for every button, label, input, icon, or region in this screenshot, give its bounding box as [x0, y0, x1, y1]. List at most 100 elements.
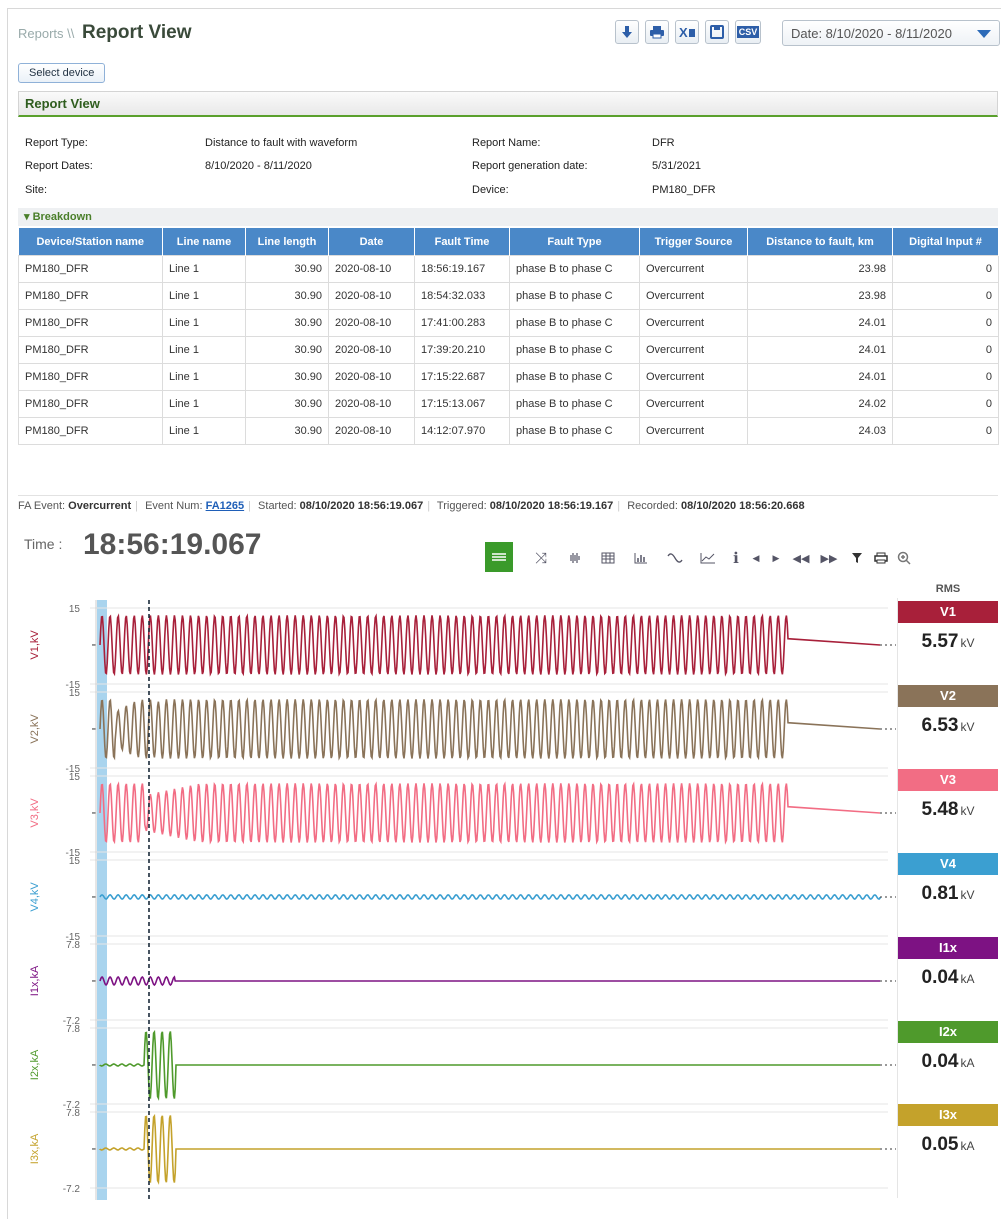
table-cell: 2020-08-10 — [328, 282, 415, 310]
column-header[interactable]: Line length — [245, 228, 329, 256]
y-tick-max: 15 — [69, 604, 81, 615]
table-row[interactable]: PM180_DFR Line 1 30.90 2020-08-10 17:15:13.0… — [18, 390, 999, 418]
table-cell: Overcurrent — [639, 390, 748, 418]
table-cell: 2020-08-10 — [328, 309, 415, 337]
y-tick-max: 7.8 — [66, 940, 80, 951]
waveform-trace — [99, 697, 881, 761]
waveform-view-icon[interactable] — [485, 542, 513, 572]
waveform-trace — [99, 894, 881, 900]
report-name-value: DFR — [652, 137, 675, 149]
step-forward-icon[interactable]: ▶ — [762, 544, 790, 572]
save-button[interactable] — [705, 20, 729, 44]
rms-channel-label: V3 — [898, 769, 998, 791]
date-range-value: Date: 8/10/2020 - 8/11/2020 — [791, 26, 952, 41]
waveform-trace — [99, 1113, 880, 1185]
event-num-link[interactable]: FA1265 — [206, 500, 245, 512]
rms-channel-label: V4 — [898, 853, 998, 875]
table-icon[interactable] — [594, 544, 622, 572]
rms-unit: kA — [960, 1056, 975, 1070]
y-tick-max: 15 — [69, 688, 81, 699]
table-row[interactable]: PM180_DFR Line 1 30.90 2020-08-10 14:12:07.9… — [18, 417, 999, 445]
shuffle-icon[interactable]: ⤨ — [527, 544, 555, 572]
table-cell: 24.01 — [747, 309, 893, 337]
table-cell: Line 1 — [162, 390, 246, 418]
column-header[interactable]: Fault Time — [414, 228, 510, 256]
table-cell: Line 1 — [162, 336, 246, 364]
recorded-value: 08/10/2020 18:56:20.668 — [681, 500, 805, 512]
breadcrumb-root[interactable]: Reports — [18, 26, 64, 41]
table-cell: 0 — [892, 336, 999, 364]
table-cell: 17:39:20.210 — [414, 336, 510, 364]
recorded-label: Recorded: — [627, 500, 678, 512]
csv-export-button[interactable]: CSV — [735, 20, 761, 44]
table-row[interactable]: PM180_DFR Line 1 30.90 2020-08-10 17:41:00.2… — [18, 309, 999, 337]
table-cell: 24.01 — [747, 336, 893, 364]
event-info-bar: FA Event: Overcurrent | Event Num: FA1265… — [18, 495, 998, 517]
y-axis-label: I1x,kA — [29, 965, 41, 996]
table-cell: 2020-08-10 — [328, 417, 415, 445]
y-tick-max: 15 — [69, 856, 81, 867]
report-name-label: Report Name: — [472, 137, 541, 149]
print-button[interactable] — [645, 20, 669, 44]
table-cell: PM180_DFR — [18, 417, 163, 445]
rewind-icon[interactable]: ◀◀ — [787, 544, 815, 572]
date-range-dropdown[interactable]: Date: 8/10/2020 - 8/11/2020 — [782, 20, 1000, 46]
table-cell: 18:54:32.033 — [414, 282, 510, 310]
table-cell: Overcurrent — [639, 336, 748, 364]
table-row[interactable]: PM180_DFR Line 1 30.90 2020-08-10 17:39:20.2… — [18, 336, 999, 364]
harmonics-icon[interactable] — [560, 544, 588, 572]
time-label: Time : — [24, 536, 63, 552]
device-label: Device: — [472, 184, 509, 196]
table-row[interactable]: PM180_DFR Line 1 30.90 2020-08-10 18:56:19.1… — [18, 255, 999, 283]
table-cell: PM180_DFR — [18, 390, 163, 418]
fa-event-value: Overcurrent — [68, 500, 132, 512]
table-cell: 0 — [892, 417, 999, 445]
fa-event-label: FA Event: — [18, 500, 66, 512]
top-bar: Reports \\ Report View X CSV Date: 8/10/… — [18, 20, 1000, 48]
rms-unit: kA — [960, 1139, 975, 1153]
table-cell: PM180_DFR — [18, 282, 163, 310]
excel-export-button[interactable]: X — [675, 20, 699, 44]
table-cell: 24.01 — [747, 363, 893, 391]
rms-value: 0.81 kV — [898, 883, 998, 905]
table-cell: 23.98 — [747, 255, 893, 283]
download-button[interactable] — [615, 20, 639, 44]
rms-value: 5.57 kV — [898, 631, 998, 653]
rms-channel-label: I2x — [898, 1021, 998, 1043]
column-header[interactable]: Line name — [162, 228, 246, 256]
table-cell: 0 — [892, 309, 999, 337]
started-value: 08/10/2020 18:56:19.067 — [299, 500, 424, 512]
rms-number: 5.48 — [921, 799, 959, 820]
column-header[interactable]: Date — [328, 228, 415, 256]
excel-icon: X — [679, 25, 695, 39]
trigger-region — [97, 600, 107, 1200]
column-header[interactable]: Distance to fault, km — [747, 228, 893, 256]
line-chart-icon[interactable] — [694, 544, 722, 572]
table-row[interactable]: PM180_DFR Line 1 30.90 2020-08-10 18:54:32.0… — [18, 282, 999, 310]
table-cell: 30.90 — [245, 255, 329, 283]
rms-unit: kV — [960, 720, 975, 734]
y-tick-max: 15 — [69, 772, 81, 783]
table-cell: 0 — [892, 255, 999, 283]
column-header[interactable]: Trigger Source — [639, 228, 748, 256]
sine-icon[interactable] — [661, 544, 689, 572]
y-axis-label: I3x,kA — [29, 1133, 41, 1164]
column-header[interactable]: Fault Type — [509, 228, 640, 256]
select-device-button[interactable]: Select device — [18, 63, 106, 83]
device-value: PM180_DFR — [652, 184, 716, 196]
column-header[interactable]: Device/Station name — [18, 228, 163, 256]
breakdown-toggle[interactable]: ▾ Breakdown — [18, 208, 998, 226]
fast-forward-icon[interactable]: ▶▶ — [815, 544, 843, 572]
table-cell: 0 — [892, 282, 999, 310]
waveform-trace — [99, 1029, 880, 1101]
bar-chart-icon[interactable] — [627, 544, 655, 572]
rms-value: 5.48 kV — [898, 799, 998, 821]
report-dates-value: 8/10/2020 - 8/11/2020 — [205, 160, 312, 172]
table-row[interactable]: PM180_DFR Line 1 30.90 2020-08-10 17:15:22.6… — [18, 363, 999, 391]
table-cell: phase B to phase C — [509, 363, 640, 391]
rms-number: 0.81 — [921, 883, 959, 904]
column-header[interactable]: Digital Input # — [892, 228, 999, 256]
zoom-icon[interactable] — [890, 544, 918, 572]
y-axis-label: V4,kV — [29, 882, 41, 912]
save-icon — [710, 25, 724, 39]
